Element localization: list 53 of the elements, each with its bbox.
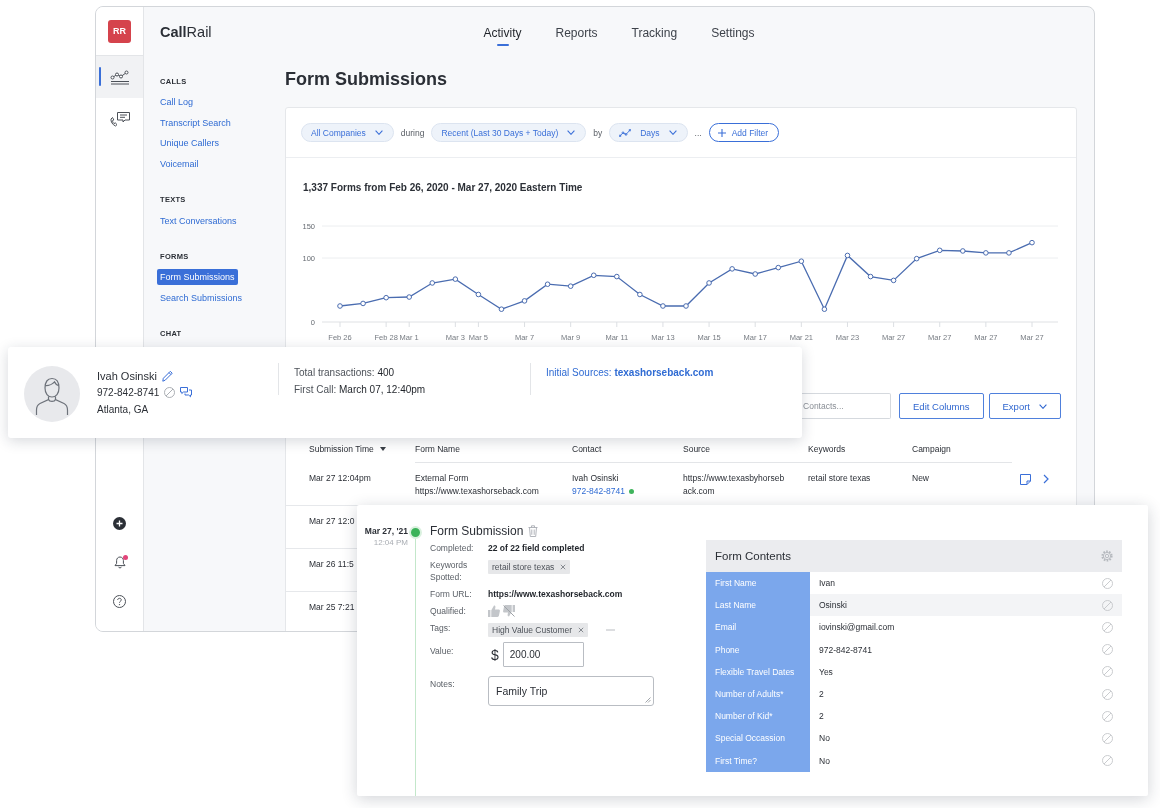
submission-time: Mar 25 7:21	[309, 601, 355, 614]
field-name: Last Name	[706, 594, 810, 617]
timeline-time: 12:04 PM	[373, 537, 408, 549]
field-label: Qualified:	[430, 605, 467, 617]
filter-connector: during	[400, 127, 425, 138]
logo: CallRail	[160, 23, 212, 40]
field-label: Notes:	[430, 678, 456, 690]
field-name: Number of Kid*	[706, 705, 810, 728]
submission-title: Form Submission	[430, 524, 524, 538]
field-name: Phone	[706, 638, 810, 661]
field-value: iovinski@gmail.com	[819, 622, 895, 633]
source-url: https://www.texasbyhorseback.com	[683, 472, 786, 498]
filter-connector: ...	[694, 127, 702, 138]
field-name: Flexible Travel Dates	[706, 660, 810, 683]
contact-phone: 972-842-8741	[97, 387, 160, 398]
field-value: 2	[819, 689, 824, 700]
field-value: https://www.texashorseback.com	[488, 588, 623, 600]
field-label: Value:	[430, 645, 455, 657]
field-label: Tags:	[430, 622, 452, 634]
field-label: Form URL:	[430, 588, 473, 600]
filter-connector: by	[593, 127, 603, 138]
field-name: Number of Adults*	[706, 682, 810, 706]
submission-time: Mar 26 11:5	[309, 558, 354, 571]
field-value: No	[819, 733, 830, 744]
field-value: 2	[819, 711, 824, 722]
field-value: 972-842-8741	[819, 644, 872, 655]
timeline-date: Mar 27, '21	[364, 525, 408, 537]
stat-text: Total transactions: 400	[294, 365, 396, 380]
field-value: 22 of 22 field completed	[488, 542, 585, 554]
field-value: Osinski	[819, 600, 847, 611]
form-contents-title: Form Contents	[715, 550, 792, 562]
currency-symbol: $	[491, 645, 499, 664]
form-url: https://www.texashorseback.com	[415, 485, 539, 498]
submission-time: Mar 27 12:04pm	[309, 472, 371, 485]
field-label: Keywords Spotted:	[430, 559, 469, 583]
field-label: Completed:	[430, 542, 475, 554]
field-name: First Time?	[706, 749, 810, 772]
field-value: Ivan	[819, 578, 836, 589]
campaign-text: New	[912, 472, 929, 485]
field-value: Yes	[819, 666, 833, 677]
contact-location: Atlanta, GA	[97, 404, 149, 415]
contact-name: Ivah Osinski	[97, 369, 157, 382]
chart-title: 1,337 Forms from Feb 26, 2020 - Mar 27, 2020 Eastern Time	[302, 181, 584, 195]
submission-time: Mar 27 12:0	[309, 515, 355, 528]
field-value: No	[819, 755, 830, 766]
keyword-text: retail store texas	[808, 472, 871, 485]
contact-name: Ivah Osinski	[572, 472, 619, 485]
page-title: Form Submissions	[285, 68, 449, 91]
stat-text: First Call: March 07, 12:40pm	[294, 382, 427, 397]
field-name: Email	[706, 616, 810, 639]
field-name: Special Occassion	[706, 727, 810, 750]
form-name: External Form	[415, 472, 469, 485]
field-name: First Name	[706, 572, 810, 595]
